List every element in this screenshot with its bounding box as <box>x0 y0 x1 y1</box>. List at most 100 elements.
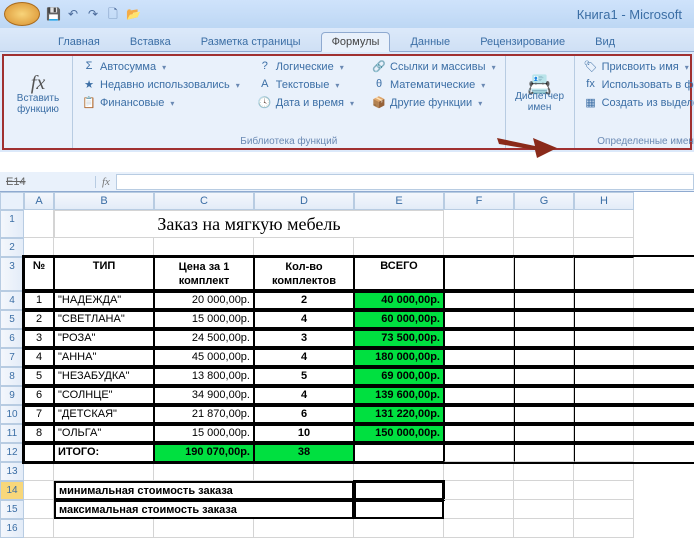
create-from-button[interactable]: ▦Создать из выделенн <box>581 95 694 111</box>
cell[interactable]: 45 000,00р. <box>154 348 254 367</box>
cell[interactable] <box>354 443 444 462</box>
column-header[interactable]: G <box>514 192 574 210</box>
name-manager-button[interactable]: 📇 Диспетчер имен <box>512 59 568 134</box>
cell[interactable] <box>574 386 634 405</box>
cell[interactable] <box>514 519 574 538</box>
fx-button-icon[interactable]: fx <box>96 176 116 188</box>
lookup-button[interactable]: 🔗Ссылки и массивы▾ <box>369 59 499 75</box>
cell[interactable]: 4 <box>254 310 354 329</box>
cell[interactable]: 150 000,00р. <box>354 424 444 443</box>
cell[interactable] <box>574 443 634 462</box>
cell[interactable] <box>574 257 634 291</box>
tab-formulas[interactable]: Формулы <box>321 32 391 52</box>
row-header[interactable]: 8 <box>0 367 24 386</box>
cell[interactable]: 131 220,00р. <box>354 405 444 424</box>
row-header[interactable]: 6 <box>0 329 24 348</box>
row-header[interactable]: 4 <box>0 291 24 310</box>
cell[interactable] <box>444 329 514 348</box>
office-button[interactable] <box>4 2 40 26</box>
cell[interactable]: 21 870,00р. <box>154 405 254 424</box>
cell[interactable]: "ОЛЬГА" <box>54 424 154 443</box>
cell[interactable]: 10 <box>254 424 354 443</box>
row-header[interactable]: 10 <box>0 405 24 424</box>
cell[interactable]: "РОЗА" <box>54 329 154 348</box>
save-icon[interactable]: 💾 <box>46 7 60 21</box>
cell[interactable] <box>444 238 514 257</box>
cell[interactable]: 190 070,00р. <box>154 443 254 462</box>
cell[interactable]: 40 000,00р. <box>354 291 444 310</box>
cell[interactable]: 60 000,00р. <box>354 310 444 329</box>
summary-min[interactable]: минимальная стоимость заказа <box>54 481 354 500</box>
cell[interactable] <box>354 238 444 257</box>
cell[interactable] <box>514 500 574 519</box>
column-header[interactable]: A <box>24 192 54 210</box>
cell[interactable]: 73 500,00р. <box>354 329 444 348</box>
cell[interactable] <box>514 386 574 405</box>
cell[interactable] <box>444 348 514 367</box>
use-in-formula-button[interactable]: fxИспользовать в форм <box>581 77 694 93</box>
row-header[interactable]: 5 <box>0 310 24 329</box>
cell[interactable] <box>514 238 574 257</box>
cell[interactable]: 3 <box>254 329 354 348</box>
new-icon[interactable]: 🗋 <box>106 7 120 21</box>
row-header[interactable]: 11 <box>0 424 24 443</box>
cell[interactable]: 13 800,00р. <box>154 367 254 386</box>
cell[interactable]: 6 <box>24 386 54 405</box>
row-header[interactable]: 12 <box>0 443 24 462</box>
cell[interactable] <box>444 291 514 310</box>
cell[interactable]: Кол-вокомплектов <box>254 257 354 291</box>
cell[interactable]: 3 <box>24 329 54 348</box>
tab-view[interactable]: Вид <box>585 33 625 51</box>
cell[interactable] <box>24 500 54 519</box>
cell[interactable] <box>444 367 514 386</box>
tab-review[interactable]: Рецензирование <box>470 33 575 51</box>
cell[interactable]: 8 <box>24 424 54 443</box>
formula-bar[interactable] <box>116 174 694 190</box>
column-header[interactable]: H <box>574 192 634 210</box>
autosum-button[interactable]: ΣАвтосумма▾ <box>79 59 243 75</box>
cell[interactable] <box>514 210 574 238</box>
cell[interactable]: № <box>24 257 54 291</box>
summary-max[interactable]: максимальная стоимость заказа <box>54 500 354 519</box>
cell[interactable] <box>444 462 514 481</box>
recent-button[interactable]: ★Недавно использовались▾ <box>79 77 243 93</box>
row-header[interactable]: 7 <box>0 348 24 367</box>
cell[interactable] <box>574 500 634 519</box>
cell[interactable]: "НЕЗАБУДКА" <box>54 367 154 386</box>
cell[interactable] <box>444 405 514 424</box>
cell[interactable]: 24 500,00р. <box>154 329 254 348</box>
row-header[interactable]: 13 <box>0 462 24 481</box>
cell[interactable]: "АННА" <box>54 348 154 367</box>
cell[interactable] <box>574 210 634 238</box>
cell[interactable] <box>154 238 254 257</box>
cell[interactable]: 5 <box>254 367 354 386</box>
redo-icon[interactable]: ↷ <box>86 7 100 21</box>
cell[interactable] <box>444 257 514 291</box>
row-header[interactable]: 1 <box>0 210 24 238</box>
cell[interactable]: 139 600,00р. <box>354 386 444 405</box>
active-cell[interactable] <box>354 481 444 500</box>
cell[interactable] <box>574 238 634 257</box>
cell[interactable] <box>254 238 354 257</box>
cell[interactable]: 38 <box>254 443 354 462</box>
cell[interactable]: 180 000,00р. <box>354 348 444 367</box>
cell[interactable] <box>574 462 634 481</box>
text-button[interactable]: AТекстовые▾ <box>255 77 357 93</box>
cell[interactable] <box>54 462 154 481</box>
cell[interactable] <box>574 424 634 443</box>
cell[interactable] <box>354 500 444 519</box>
cell[interactable] <box>574 310 634 329</box>
cell[interactable]: ТИП <box>54 257 154 291</box>
cell[interactable]: 15 000,00р. <box>154 424 254 443</box>
row-header[interactable]: 9 <box>0 386 24 405</box>
tab-data[interactable]: Данные <box>400 33 460 51</box>
cell[interactable] <box>574 367 634 386</box>
cell[interactable]: 4 <box>254 348 354 367</box>
cell[interactable] <box>24 462 54 481</box>
cell[interactable]: 4 <box>254 386 354 405</box>
tab-insert[interactable]: Вставка <box>120 33 181 51</box>
cell[interactable] <box>24 238 54 257</box>
more-button[interactable]: 📦Другие функции▾ <box>369 95 499 111</box>
cell[interactable]: 15 000,00р. <box>154 310 254 329</box>
cell[interactable] <box>444 386 514 405</box>
